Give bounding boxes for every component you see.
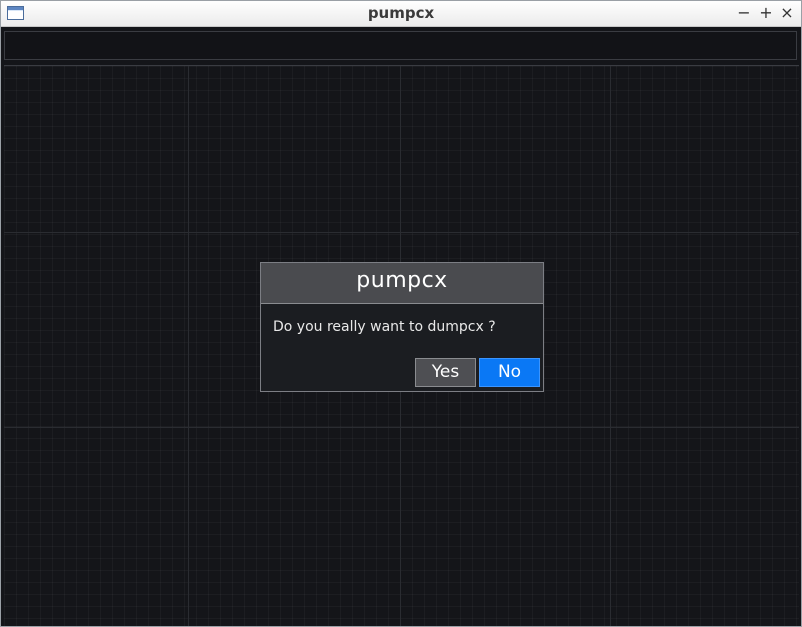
dialog-header: pumpcx — [261, 263, 543, 304]
grid-divider-vertical — [188, 66, 189, 626]
yes-button[interactable]: Yes — [415, 358, 476, 387]
close-icon[interactable]: × — [778, 3, 796, 23]
window-title: pumpcx — [367, 4, 435, 22]
dialog-title: pumpcx — [356, 268, 448, 293]
no-button[interactable]: No — [479, 358, 540, 387]
title-bar[interactable]: pumpcx − + × — [1, 1, 801, 27]
confirm-dialog: pumpcx Do you really want to dumpcx ? Ye… — [260, 262, 544, 392]
grid-divider-vertical — [610, 66, 611, 626]
minimize-icon[interactable]: − — [735, 3, 753, 23]
maximize-icon[interactable]: + — [757, 3, 775, 23]
dialog-message: Do you really want to dumpcx ? — [273, 319, 496, 335]
grid-divider-horizontal — [4, 427, 799, 428]
toolbar — [4, 31, 797, 60]
grid-divider-horizontal — [4, 232, 799, 233]
app-window: pumpcx − + × pumpcx Do you really want t… — [0, 0, 802, 627]
